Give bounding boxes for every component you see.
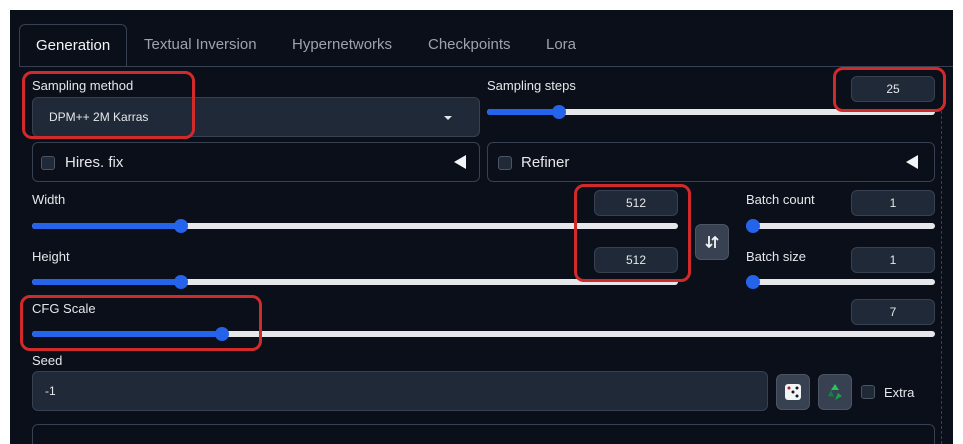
sampling-method-dropdown[interactable]: DPM++ 2M Karras (32, 97, 480, 137)
extra-label: Extra (884, 385, 915, 400)
recycle-icon (828, 384, 842, 400)
reuse-seed-button[interactable] (818, 374, 852, 410)
cfg-scale-slider-thumb[interactable] (214, 327, 229, 341)
refiner-label: Refiner (521, 154, 570, 171)
seed-label: Seed (32, 353, 63, 368)
sampling-method-value: DPM++ 2M Karras (49, 110, 149, 124)
batch-size-slider[interactable] (746, 279, 935, 285)
height-slider-fill (32, 279, 181, 285)
tab-generation[interactable]: Generation (19, 24, 128, 67)
tab-lora[interactable]: Lora (546, 24, 576, 66)
chevron-down-icon (444, 116, 452, 120)
tab-divider (19, 66, 953, 67)
hires-fix-checkbox[interactable] (41, 156, 55, 170)
batch-size-label: Batch size (746, 249, 806, 264)
width-slider-fill (32, 223, 181, 229)
height-slider-thumb[interactable] (173, 275, 188, 289)
random-seed-button[interactable] (776, 374, 810, 410)
sampling-steps-slider-thumb[interactable] (551, 105, 566, 119)
batch-size-input[interactable]: 1 (851, 247, 935, 273)
cfg-scale-input[interactable]: 7 (851, 299, 935, 325)
sampling-steps-label: Sampling steps (487, 78, 576, 93)
batch-count-slider[interactable] (746, 223, 935, 229)
height-input[interactable]: 512 (594, 247, 678, 273)
tab-hypernetworks[interactable]: Hypernetworks (292, 24, 392, 66)
triangle-left-icon[interactable] (454, 155, 466, 169)
column-divider (941, 106, 942, 444)
width-label: Width (32, 192, 66, 207)
seed-value: -1 (45, 384, 56, 398)
batch-count-slider-thumb[interactable] (746, 219, 760, 233)
swap-dimensions-button[interactable] (695, 224, 729, 260)
sampling-steps-input[interactable]: 25 (851, 76, 935, 102)
hires-fix-label: Hires. fix (65, 154, 124, 171)
sampling-steps-slider-fill (487, 109, 559, 115)
cfg-scale-slider[interactable] (32, 331, 935, 337)
dice-icon (785, 384, 801, 400)
swap-dimensions-icon (705, 235, 719, 249)
height-label: Height (32, 249, 70, 264)
triangle-left-icon[interactable] (906, 155, 918, 169)
next-section-box (32, 424, 935, 444)
width-input[interactable]: 512 (594, 190, 678, 216)
batch-size-slider-thumb[interactable] (746, 275, 760, 289)
width-slider-thumb[interactable] (173, 219, 188, 233)
seed-input[interactable]: -1 (32, 371, 768, 411)
batch-count-input[interactable]: 1 (851, 190, 935, 216)
extra-checkbox[interactable] (861, 385, 875, 399)
width-slider[interactable] (32, 223, 678, 229)
cfg-scale-label: CFG Scale (32, 301, 96, 316)
sampling-method-label: Sampling method (32, 78, 134, 93)
txt2img-panel: Generation Textual Inversion Hypernetwor… (10, 10, 953, 444)
refiner-checkbox[interactable] (498, 156, 512, 170)
tab-textual-inversion[interactable]: Textual Inversion (144, 24, 257, 66)
tab-checkpoints[interactable]: Checkpoints (428, 24, 511, 66)
height-slider[interactable] (32, 279, 678, 285)
cfg-scale-slider-fill (32, 331, 222, 337)
batch-count-label: Batch count (746, 192, 815, 207)
hires-fix-accordion[interactable]: Hires. fix (32, 142, 480, 182)
refiner-accordion[interactable]: Refiner (487, 142, 935, 182)
